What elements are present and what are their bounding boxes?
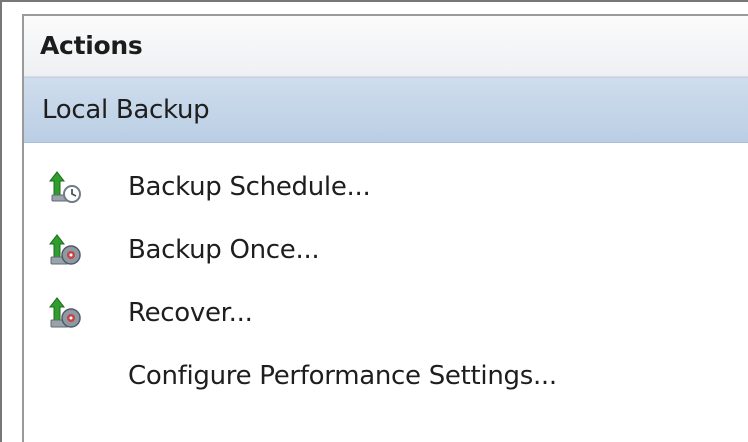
backup-schedule-icon	[46, 169, 82, 205]
recover-action[interactable]: Recover...	[24, 281, 748, 344]
local-backup-section-header[interactable]: Local Backup	[24, 77, 748, 143]
configure-performance-settings-action[interactable]: Configure Performance Settings...	[24, 344, 748, 407]
backup-schedule-action[interactable]: Backup Schedule...	[24, 155, 748, 218]
backup-once-action[interactable]: Backup Once...	[24, 218, 748, 281]
backup-once-icon	[46, 232, 82, 268]
backup-schedule-label: Backup Schedule...	[128, 171, 371, 202]
recover-label: Recover...	[128, 297, 253, 328]
actions-list: Backup Schedule... Backup Once... Recove…	[24, 143, 748, 407]
configure-performance-settings-label: Configure Performance Settings...	[128, 360, 557, 391]
recover-icon	[46, 295, 82, 331]
actions-pane: Actions Local Backup Backup Schedule...	[22, 14, 748, 442]
actions-pane-title: Actions	[24, 16, 748, 77]
backup-once-label: Backup Once...	[128, 234, 320, 265]
window-frame: Actions Local Backup Backup Schedule...	[0, 0, 748, 442]
